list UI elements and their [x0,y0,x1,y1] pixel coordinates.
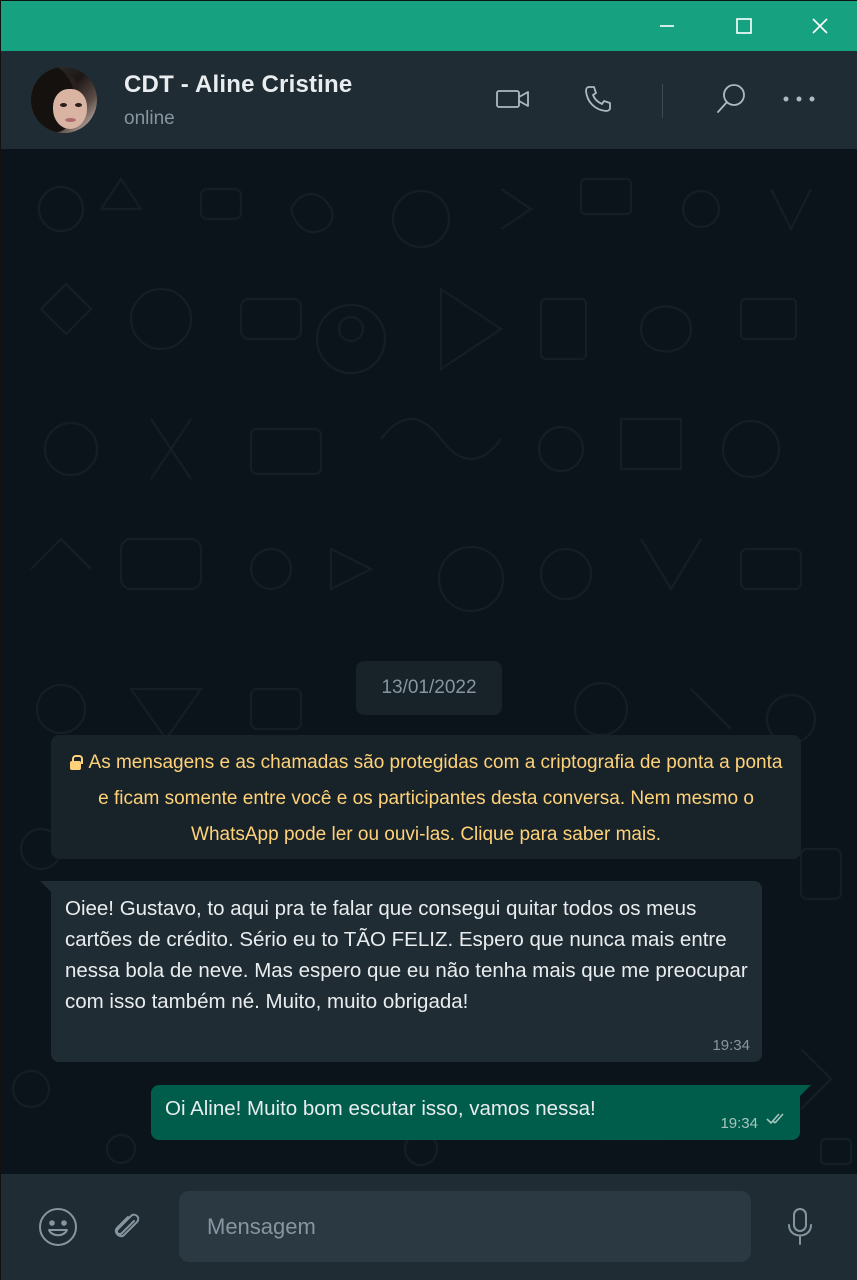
incoming-message[interactable]: Oiee! Gustavo, to aqui pra te falar que … [40,881,762,1062]
outgoing-message[interactable]: Oi Aline! Muito bom escutar isso, vamos … [151,1085,811,1140]
header-divider [662,84,663,118]
search-button[interactable] [711,79,751,119]
encryption-notice[interactable]: As mensagens e as chamadas são protegida… [51,735,801,859]
message-text: Oi Aline! Muito bom escutar isso, vamos … [165,1097,596,1120]
video-call-icon [496,90,529,108]
emoji-icon [39,1208,77,1246]
microphone-icon [788,1208,812,1245]
title-bar [1,1,857,51]
close-button[interactable] [782,1,857,51]
avatar[interactable] [31,67,97,133]
whatsapp-window: CDT - Aline Cristine online 13/01/2022 A… [0,0,857,1280]
message-time: 19:34 [720,1115,758,1132]
more-options-button[interactable] [779,79,819,119]
voice-call-button[interactable] [578,79,618,119]
message-input[interactable] [179,1191,751,1262]
minimize-button[interactable] [629,1,705,51]
encryption-notice-text: As mensagens e as chamadas são protegida… [88,752,783,845]
more-options-icon [783,96,815,102]
attach-icon [114,1213,140,1238]
attach-button[interactable] [104,1204,150,1250]
message-text: Oiee! Gustavo, to aqui pra te falar que … [65,897,748,1013]
voice-call-icon [585,86,611,112]
lock-icon [69,755,83,770]
close-icon [812,18,828,34]
emoji-button[interactable] [35,1204,81,1250]
maximize-button[interactable] [706,1,782,51]
double-check-icon [766,1112,788,1131]
chat-area[interactable]: 13/01/2022 As mensagens e as chamadas sã… [1,149,857,1174]
date-separator: 13/01/2022 [356,661,502,715]
microphone-button[interactable] [777,1204,823,1250]
search-icon [717,84,745,113]
video-call-button[interactable] [493,79,533,119]
contact-status: online [124,108,175,129]
contact-name[interactable]: CDT - Aline Cristine [124,71,352,99]
chat-header[interactable]: CDT - Aline Cristine online [1,51,857,149]
minimize-icon [660,25,674,27]
message-time: 19:34 [712,1037,750,1054]
composer-bar [1,1174,857,1280]
maximize-icon [736,18,752,34]
